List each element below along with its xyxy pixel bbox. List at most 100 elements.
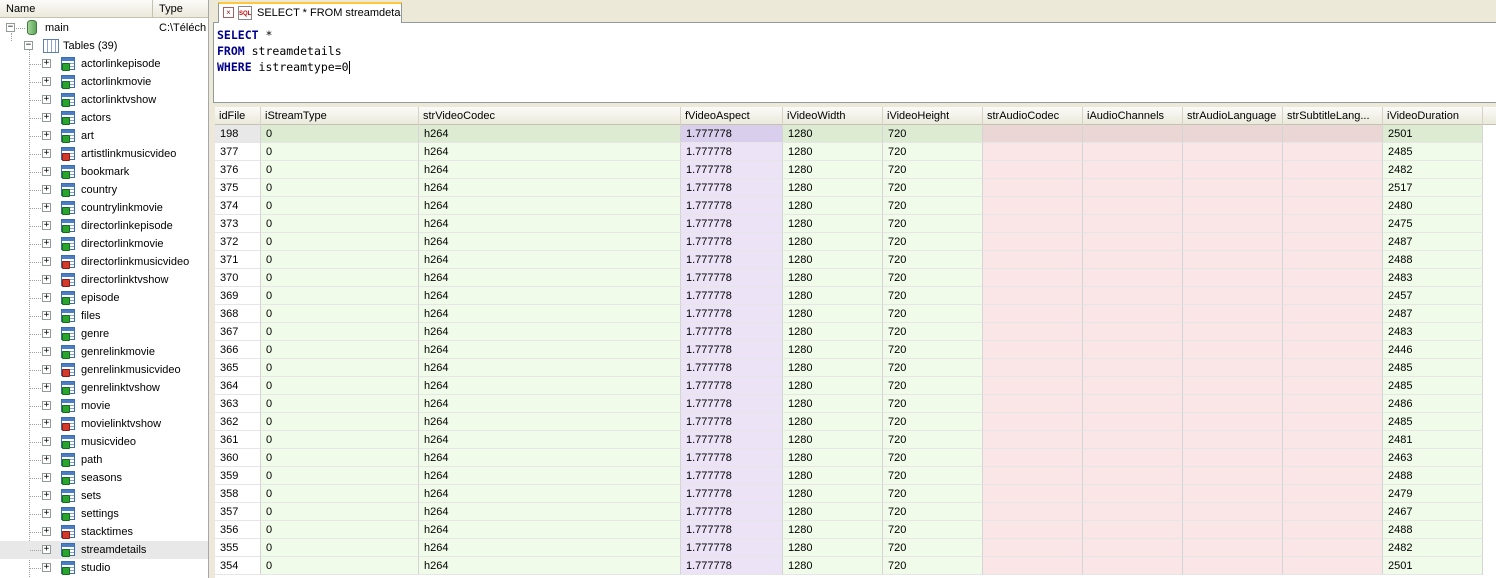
tree-item-table[interactable]: + genre [0,325,208,343]
table-cell[interactable] [1183,233,1283,251]
table-cell[interactable]: h264 [419,179,681,197]
tree-item-table[interactable]: + movie [0,397,208,415]
tree-item-table[interactable]: + stacktimes [0,523,208,541]
table-cell[interactable]: 1.777778 [681,503,783,521]
table-cell[interactable]: 2488 [1383,467,1483,485]
table-cell[interactable]: 2485 [1383,377,1483,395]
table-row[interactable]: 354 0 h264 1.777778 1280 720 2501 [215,557,1483,575]
tree-header-name[interactable]: Name [0,0,153,18]
table-cell[interactable]: h264 [419,197,681,215]
table-cell[interactable] [1083,485,1183,503]
table-cell[interactable]: 720 [883,359,983,377]
table-row[interactable]: 366 0 h264 1.777778 1280 720 2446 [215,341,1483,359]
table-cell[interactable]: 1280 [783,503,883,521]
table-cell[interactable] [1283,359,1383,377]
collapse-icon[interactable]: − [6,23,15,32]
table-cell[interactable] [983,251,1083,269]
expand-icon[interactable]: + [42,275,51,284]
tree-item-table[interactable]: + directorlinktvshow [0,271,208,289]
table-cell[interactable]: 1.777778 [681,395,783,413]
table-cell[interactable]: 0 [261,449,419,467]
table-cell[interactable]: 2482 [1383,539,1483,557]
table-cell[interactable] [1283,143,1383,161]
table-cell[interactable] [1083,143,1183,161]
tree-item-table[interactable]: + actorlinktvshow [0,91,208,109]
table-cell[interactable]: h264 [419,287,681,305]
tree-item-table[interactable]: + episode [0,289,208,307]
table-cell[interactable] [983,143,1083,161]
table-cell[interactable] [1083,431,1183,449]
table-cell[interactable]: 1.777778 [681,233,783,251]
table-cell[interactable]: 370 [215,269,261,287]
table-cell[interactable] [1283,251,1383,269]
table-cell[interactable]: 2480 [1383,197,1483,215]
expand-icon[interactable]: + [42,203,51,212]
table-cell[interactable] [1083,503,1183,521]
table-cell[interactable] [1183,449,1283,467]
expand-icon[interactable]: + [42,113,51,122]
table-cell[interactable]: 1.777778 [681,269,783,287]
table-cell[interactable]: 0 [261,377,419,395]
expand-icon[interactable]: + [42,95,51,104]
tree-item-table[interactable]: + directorlinkmusicvideo [0,253,208,271]
table-cell[interactable]: 1.777778 [681,377,783,395]
table-cell[interactable] [1183,269,1283,287]
table-cell[interactable] [1083,287,1183,305]
table-cell[interactable]: 0 [261,485,419,503]
table-row[interactable]: 375 0 h264 1.777778 1280 720 2517 [215,179,1483,197]
table-row[interactable]: 377 0 h264 1.777778 1280 720 2485 [215,143,1483,161]
table-cell[interactable]: 0 [261,161,419,179]
table-row[interactable]: 359 0 h264 1.777778 1280 720 2488 [215,467,1483,485]
table-cell[interactable] [1083,197,1183,215]
table-cell[interactable] [1283,287,1383,305]
table-cell[interactable]: 1.777778 [681,179,783,197]
expand-icon[interactable]: + [42,419,51,428]
table-cell[interactable]: 359 [215,467,261,485]
table-cell[interactable]: 1.777778 [681,341,783,359]
table-cell[interactable]: 360 [215,449,261,467]
table-cell[interactable]: 720 [883,287,983,305]
table-cell[interactable]: 720 [883,305,983,323]
table-cell[interactable] [1183,467,1283,485]
table-cell[interactable] [983,305,1083,323]
tab-query[interactable]: × SQL SELECT * FROM streamdeta [218,2,402,24]
table-cell[interactable] [1183,341,1283,359]
table-cell[interactable]: 720 [883,197,983,215]
table-cell[interactable] [983,485,1083,503]
table-cell[interactable]: 1280 [783,539,883,557]
table-cell[interactable] [1283,377,1383,395]
table-cell[interactable] [1083,467,1183,485]
table-cell[interactable]: 371 [215,251,261,269]
table-cell[interactable] [983,557,1083,575]
table-cell[interactable] [1183,431,1283,449]
table-cell[interactable]: 1280 [783,233,883,251]
table-cell[interactable]: 1.777778 [681,521,783,539]
table-cell[interactable]: 1.777778 [681,413,783,431]
tree-item-table[interactable]: + artistlinkmusicvideo [0,145,208,163]
table-cell[interactable]: 720 [883,485,983,503]
table-cell[interactable]: 720 [883,539,983,557]
table-cell[interactable] [1183,503,1283,521]
table-cell[interactable]: 1.777778 [681,125,783,143]
table-cell[interactable] [1283,215,1383,233]
table-cell[interactable] [983,269,1083,287]
table-cell[interactable] [983,431,1083,449]
table-cell[interactable]: 2488 [1383,521,1483,539]
table-cell[interactable] [1083,377,1183,395]
table-row[interactable]: 365 0 h264 1.777778 1280 720 2485 [215,359,1483,377]
table-cell[interactable]: h264 [419,467,681,485]
table-cell[interactable]: 1280 [783,377,883,395]
table-row[interactable]: 363 0 h264 1.777778 1280 720 2486 [215,395,1483,413]
table-cell[interactable] [983,395,1083,413]
table-cell[interactable]: 720 [883,503,983,521]
table-row[interactable]: 362 0 h264 1.777778 1280 720 2485 [215,413,1483,431]
table-cell[interactable] [983,359,1083,377]
sql-editor[interactable]: SELECT * FROM streamdetails WHERE istrea… [213,23,1496,103]
table-cell[interactable]: 2479 [1383,485,1483,503]
column-header[interactable]: idFile [215,107,261,125]
table-cell[interactable] [1183,179,1283,197]
tree-item-db-main[interactable]: − main C:\Téléch [0,19,208,37]
table-row[interactable]: 357 0 h264 1.777778 1280 720 2467 [215,503,1483,521]
table-cell[interactable] [1283,521,1383,539]
table-cell[interactable]: 720 [883,521,983,539]
